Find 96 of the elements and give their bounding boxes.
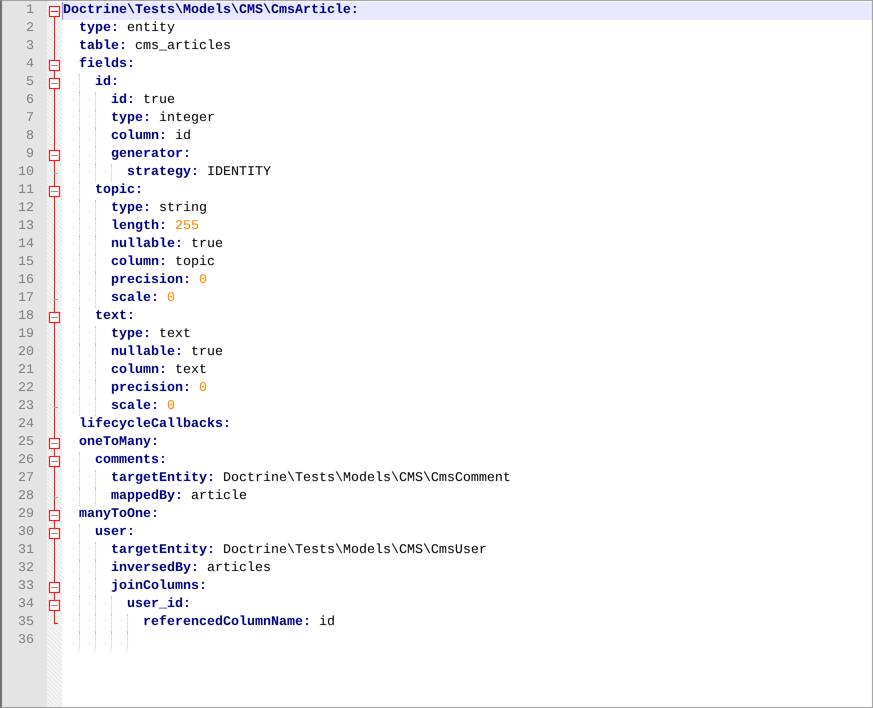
line-number: 9 [25,146,35,164]
line-number: 25 [17,434,35,452]
code-line: scale: 0 [111,290,175,308]
code-line: scale: 0 [111,398,175,416]
minus-icon [51,440,58,447]
minus-icon [51,62,58,69]
line-number: 21 [17,362,35,380]
line-number: 36 [17,632,35,650]
line-number: 5 [25,74,35,92]
code-line: oneToMany: [79,434,159,452]
line-number: 18 [17,308,35,326]
minus-icon [51,602,58,609]
line-number: 22 [17,380,35,398]
fold-toggle[interactable] [49,528,60,539]
fold-toggle[interactable] [49,6,60,17]
code-line: targetEntity: Doctrine\Tests\Models\CMS\CmsComment [111,470,511,488]
code-line: topic: [95,182,143,200]
code-line: comments: [95,452,167,470]
code-line: type: entity [79,20,175,38]
code-line: strategy: IDENTITY [127,164,271,182]
line-number: 28 [17,488,35,506]
line-number: 16 [17,272,35,290]
line-number: 7 [25,110,35,128]
code-line: Doctrine\Tests\Models\CMS\CmsArticle: [63,2,359,20]
code-line: inversedBy: articles [111,560,271,578]
code-line: user_id: [127,596,191,614]
fold-toggle[interactable] [49,60,60,71]
line-number: 13 [17,218,35,236]
line-number: 27 [17,470,35,488]
line-number: 10 [17,164,35,182]
code-line: column: id [111,128,191,146]
line-number: 32 [17,560,35,578]
code-line: manyToOne: [79,506,159,524]
line-number: 31 [17,542,35,560]
code-line: type: string [111,200,207,218]
line-number: 30 [17,524,35,542]
line-number: 29 [17,506,35,524]
code-line: referencedColumnName: id [143,614,335,632]
minus-icon [51,314,58,321]
code-line: user: [95,524,135,542]
line-number: 35 [17,614,35,632]
code-line: length: 255 [111,218,199,236]
code-line: nullable: true [111,236,223,254]
line-number: 4 [25,56,35,74]
line-number: 8 [25,128,35,146]
line-number: 3 [25,38,35,56]
minus-icon [51,530,58,537]
minus-icon [51,80,58,87]
code-line: column: text [111,362,207,380]
fold-toggle[interactable] [49,312,60,323]
text-cursor [62,2,63,20]
line-number: 26 [17,452,35,470]
fold-toggle[interactable] [49,510,60,521]
line-number: 19 [17,326,35,344]
code-line: targetEntity: Doctrine\Tests\Models\CMS\CmsUser [111,542,487,560]
line-number: 15 [17,254,35,272]
code-line: id: [95,74,119,92]
code-line: nullable: true [111,344,223,362]
code-line: joinColumns: [111,578,207,596]
code-line: type: integer [111,110,215,128]
minus-icon [51,8,58,15]
minus-icon [51,152,58,159]
code-line: fields: [79,56,135,74]
fold-toggle[interactable] [49,150,60,161]
code-line: table: cms_articles [79,38,231,56]
line-number: 17 [17,290,35,308]
code-line: generator: [111,146,191,164]
line-number: 20 [17,344,35,362]
minus-icon [51,458,58,465]
line-number: 34 [17,596,35,614]
line-number: 6 [25,92,35,110]
line-number: 2 [25,20,35,38]
line-number: 11 [17,182,35,200]
code-line: mappedBy: article [111,488,247,506]
line-number: 23 [17,398,35,416]
fold-toggle[interactable] [49,600,60,611]
minus-icon [51,584,58,591]
fold-toggle[interactable] [49,456,60,467]
line-number: 12 [17,200,35,218]
code-line: id: true [111,92,175,110]
code-line: text: [95,308,135,326]
line-number: 1 [25,2,35,20]
code-line: type: text [111,326,191,344]
line-number: 14 [17,236,35,254]
line-number: 24 [17,416,35,434]
fold-toggle[interactable] [49,582,60,593]
code-line: column: topic [111,254,215,272]
code-line: precision: 0 [111,272,207,290]
fold-toggle[interactable] [49,186,60,197]
fold-toggle[interactable] [49,438,60,449]
code-line: lifecycleCallbacks: [79,416,231,434]
fold-toggle[interactable] [49,78,60,89]
code-line: precision: 0 [111,380,207,398]
line-number: 33 [17,578,35,596]
minus-icon [51,512,58,519]
minus-icon [51,188,58,195]
